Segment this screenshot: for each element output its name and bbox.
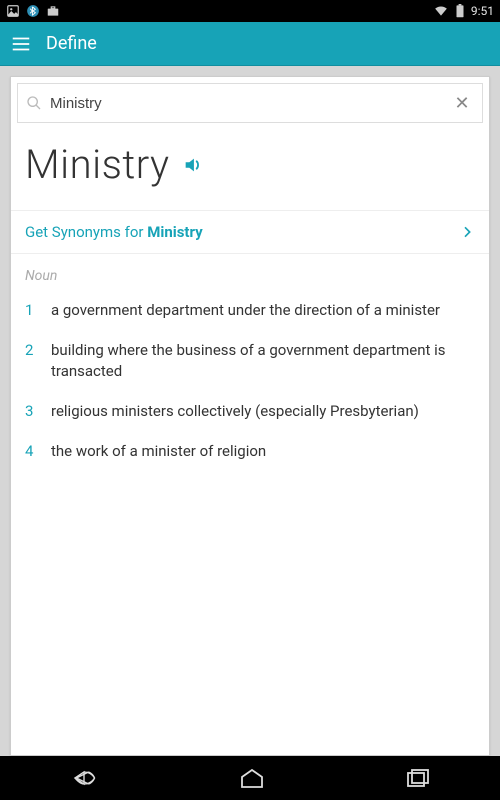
status-right: 9:51 xyxy=(433,4,494,18)
definition-row: 3 religious ministers collectively (espe… xyxy=(25,391,475,431)
content-area: ✕ Ministry Get Synonyms for Ministry Nou… xyxy=(0,66,500,756)
definitions-list: 1 a government department under the dire… xyxy=(11,290,489,471)
clear-icon[interactable]: ✕ xyxy=(450,93,474,114)
app-title: Define xyxy=(46,33,97,54)
status-left xyxy=(6,4,60,18)
synonyms-button[interactable]: Get Synonyms for Ministry xyxy=(11,210,489,254)
definition-text: a government department under the direct… xyxy=(51,300,475,320)
synonyms-prefix: Get Synonyms for xyxy=(25,223,147,241)
part-of-speech: Noun xyxy=(11,254,489,290)
definition-row: 2 building where the business of a gover… xyxy=(25,330,475,391)
briefcase-icon xyxy=(46,4,60,18)
image-icon xyxy=(6,4,20,18)
status-bar: 9:51 xyxy=(0,0,500,22)
search-row: ✕ xyxy=(17,83,483,123)
definition-row: 1 a government department under the dire… xyxy=(25,290,475,330)
word-heading-row: Ministry xyxy=(11,123,489,210)
definition-text: building where the business of a governm… xyxy=(51,340,475,381)
chevron-right-icon xyxy=(459,224,475,240)
audio-icon[interactable] xyxy=(182,154,204,176)
definition-number: 1 xyxy=(25,300,37,320)
definition-number: 2 xyxy=(25,340,37,381)
definition-row: 4 the work of a minister of religion xyxy=(25,431,475,471)
bluetooth-icon xyxy=(26,4,40,18)
recents-icon[interactable] xyxy=(405,767,431,789)
back-icon[interactable] xyxy=(69,767,99,789)
definition-text: religious ministers collectively (especi… xyxy=(51,401,475,421)
home-icon[interactable] xyxy=(238,767,266,789)
wifi-icon xyxy=(433,4,449,18)
app-bar: Define xyxy=(0,22,500,66)
search-input[interactable] xyxy=(50,84,442,122)
definition-number: 3 xyxy=(25,401,37,421)
definition-card: ✕ Ministry Get Synonyms for Ministry Nou… xyxy=(10,76,490,756)
status-time: 9:51 xyxy=(471,4,494,18)
search-icon xyxy=(26,95,42,111)
definition-text: the work of a minister of religion xyxy=(51,441,475,461)
battery-icon xyxy=(455,4,465,18)
hamburger-icon[interactable] xyxy=(10,33,32,55)
android-nav-bar xyxy=(0,756,500,800)
definition-number: 4 xyxy=(25,441,37,461)
synonyms-word: Ministry xyxy=(147,223,202,241)
word-heading: Ministry xyxy=(25,141,170,188)
